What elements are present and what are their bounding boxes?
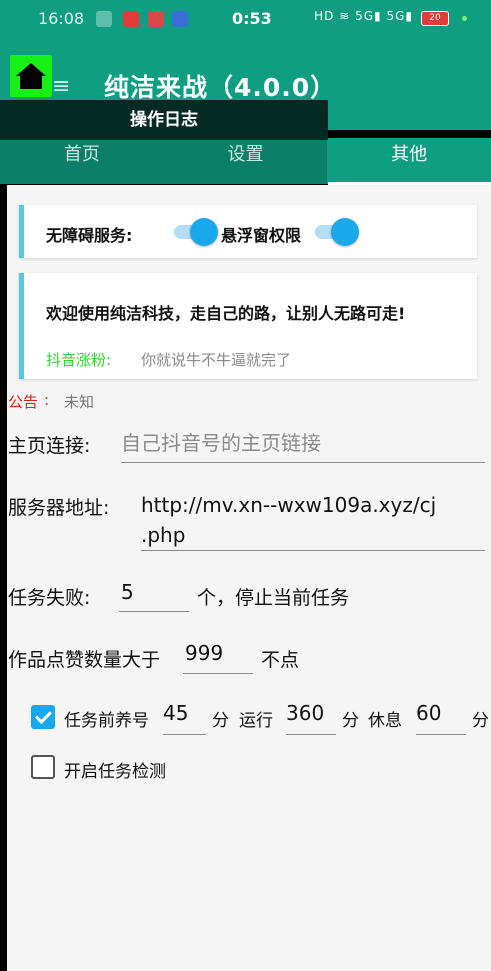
- switch-thumb: [331, 218, 359, 246]
- status-time: 16:08: [38, 9, 85, 28]
- notice-colon: :: [44, 391, 50, 409]
- run-minutes-input[interactable]: 360: [286, 701, 336, 735]
- run-minutes-value: 360: [286, 701, 325, 725]
- status-center-time: 0:53: [232, 9, 272, 28]
- task-detect-label: 开启任务检测: [64, 762, 166, 782]
- float-window-label: 悬浮窗权限: [221, 226, 302, 245]
- status-dot: [462, 16, 467, 21]
- raise-account-checkbox[interactable]: [31, 705, 55, 729]
- welcome-text: 欢迎使用纯洁科技，走自己的路，让别人无路可走!: [46, 304, 406, 323]
- video-icon: [123, 11, 139, 27]
- task-fail-suffix: 个，停止当前任务: [197, 587, 350, 609]
- app-title: 纯洁来战（4.0.0）: [104, 73, 337, 102]
- menu-icon[interactable]: ≡: [52, 74, 70, 99]
- switch-thumb: [190, 218, 218, 246]
- tab-bar: 首页 设置 其他: [0, 138, 491, 184]
- home-button[interactable]: [10, 55, 52, 97]
- tab-settings[interactable]: 设置: [163, 138, 328, 184]
- float-window-switch[interactable]: [315, 217, 359, 246]
- accessibility-switch[interactable]: [174, 217, 218, 246]
- app-icon: [148, 11, 164, 27]
- raise-account-label: 任务前养号: [64, 711, 149, 731]
- task-fail-value: 5: [121, 580, 134, 604]
- unit-minutes-3: 分: [472, 711, 489, 731]
- rest-minutes-value: 60: [416, 701, 442, 725]
- rest-minutes-input[interactable]: 60: [416, 701, 466, 735]
- server-value-line2: .php: [141, 523, 186, 547]
- notice-value: 未知: [64, 393, 95, 411]
- douyin-text: 你就说牛不牛逼就完了: [141, 351, 292, 369]
- notice-label: 公告: [8, 393, 39, 411]
- task-fail-label: 任务失败:: [8, 587, 91, 609]
- likes-label: 作品点赞数量大于: [8, 649, 161, 671]
- tab-other[interactable]: 其他: [327, 138, 491, 184]
- accessibility-label: 无障碍服务:: [46, 226, 133, 245]
- raise-minutes-value: 45: [163, 701, 189, 725]
- homepage-input[interactable]: 自己抖音号的主页链接: [121, 427, 485, 463]
- likes-suffix: 不点: [261, 649, 300, 671]
- operation-log-button[interactable]: 操作日志: [0, 100, 328, 140]
- raise-minutes-input[interactable]: 45: [163, 701, 206, 735]
- douyin-label: 抖音涨粉:: [46, 351, 112, 369]
- task-fail-input[interactable]: 5: [119, 580, 189, 612]
- link-icon: [172, 11, 188, 27]
- homepage-label: 主页连接:: [8, 435, 91, 457]
- tab-home[interactable]: 首页: [0, 138, 164, 184]
- notification-icon: [96, 11, 112, 27]
- unit-minutes-2: 分: [342, 711, 359, 731]
- server-input[interactable]: http://mv.xn--wxw109a.xyz/cj .php: [141, 490, 485, 551]
- welcome-card: 欢迎使用纯洁科技，走自己的路，让别人无路可走! 抖音涨粉: 你就说牛不牛逼就完了: [19, 273, 477, 379]
- task-detect-checkbox[interactable]: [31, 755, 55, 779]
- unit-minutes-1: 分: [212, 711, 229, 731]
- homepage-placeholder: 自己抖音号的主页链接: [121, 431, 321, 455]
- content-panel: 无障碍服务: 悬浮窗权限 欢迎使用纯洁科技，走自己的路，让别人无路可走! 抖音涨…: [7, 185, 491, 971]
- server-value-line1: http://mv.xn--wxw109a.xyz/cj: [141, 493, 437, 517]
- likes-input[interactable]: 999: [183, 641, 253, 674]
- run-label: 运行: [239, 711, 273, 731]
- battery-icon: 20: [421, 11, 449, 26]
- server-label: 服务器地址:: [8, 497, 110, 519]
- likes-value: 999: [185, 641, 224, 665]
- signal-icons: HD ≋ 5G▮ 5G▮: [314, 9, 413, 23]
- rest-label: 休息: [368, 711, 402, 731]
- status-bar: 16:08 0:53 HD ≋ 5G▮ 5G▮ 20: [0, 0, 491, 38]
- home-icon: [16, 63, 46, 89]
- permissions-card: 无障碍服务: 悬浮窗权限: [19, 205, 477, 258]
